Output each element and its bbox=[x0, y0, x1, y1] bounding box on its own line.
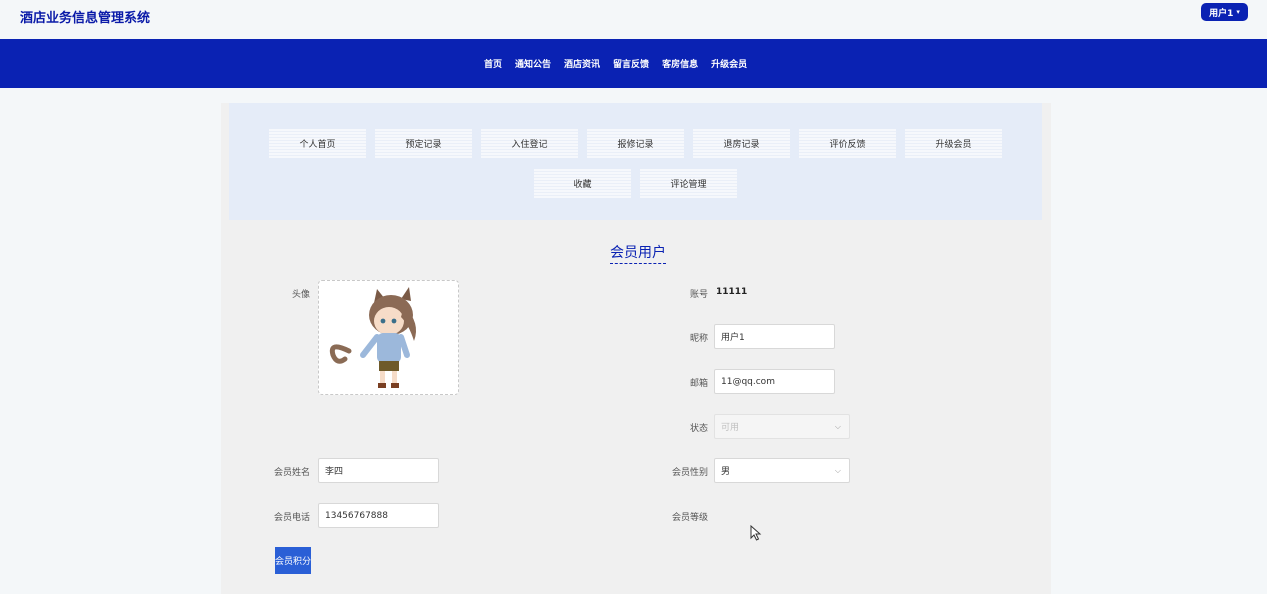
nickname-field[interactable]: 用户1 bbox=[714, 324, 835, 349]
nav-item-upgrade[interactable]: 升级会员 bbox=[711, 57, 747, 70]
nav-item-hotel-news[interactable]: 酒店资讯 bbox=[564, 57, 600, 70]
user-menu-label: 用户1 bbox=[1209, 8, 1234, 19]
nav-item-rooms[interactable]: 客房信息 bbox=[662, 57, 698, 70]
nav-item-home[interactable]: 首页 bbox=[484, 57, 502, 70]
avatar-label: 头像 bbox=[291, 290, 310, 300]
menu-personal-home[interactable]: 个人首页 bbox=[269, 129, 366, 158]
member-level-label: 会员等级 bbox=[671, 513, 708, 523]
account-value: 11111 bbox=[716, 287, 748, 297]
nav-item-feedback[interactable]: 留言反馈 bbox=[613, 57, 649, 70]
nav-item-notices[interactable]: 通知公告 bbox=[515, 57, 551, 70]
menu-favorites[interactable]: 收藏 bbox=[534, 169, 631, 198]
menu-comments[interactable]: 评论管理 bbox=[640, 169, 737, 198]
email-label: 邮箱 bbox=[689, 379, 708, 389]
status-select: 可用 ⌵ bbox=[714, 414, 850, 439]
menu-checkin[interactable]: 入住登记 bbox=[481, 129, 578, 158]
gender-select[interactable]: 男 ⌵ bbox=[714, 458, 850, 483]
main-nav: 首页 通知公告 酒店资讯 留言反馈 客房信息 升级会员 bbox=[0, 39, 1267, 88]
member-phone-label: 会员电话 bbox=[273, 513, 310, 523]
chevron-down-icon: ▾ bbox=[1236, 8, 1240, 16]
member-name-label: 会员姓名 bbox=[273, 468, 310, 478]
email-field[interactable]: 11@qq.com bbox=[714, 369, 835, 394]
nickname-label: 昵称 bbox=[689, 334, 708, 344]
content-panel: 个人首页 预定记录 入住登记 报修记录 退房记录 评价反馈 升级会员 收藏 评论… bbox=[221, 103, 1051, 594]
chevron-down-icon: ⌵ bbox=[834, 421, 841, 431]
user-menu-button[interactable]: 用户1 ▾ bbox=[1201, 3, 1248, 21]
member-phone-field[interactable]: 13456767888 bbox=[318, 503, 439, 528]
mouse-cursor-icon bbox=[750, 525, 762, 541]
avatar-image bbox=[329, 287, 417, 388]
gender-value: 男 bbox=[721, 467, 731, 477]
center-menu: 个人首页 预定记录 入住登记 报修记录 退房记录 评价反馈 升级会员 收藏 评论… bbox=[229, 103, 1042, 220]
account-label: 账号 bbox=[689, 290, 708, 300]
app-title: 酒店业务信息管理系统 bbox=[20, 11, 151, 26]
form-title: 会员用户 bbox=[610, 242, 666, 264]
menu-reservations[interactable]: 预定记录 bbox=[375, 129, 472, 158]
top-bar: 酒店业务信息管理系统 用户1 ▾ bbox=[0, 0, 1267, 39]
status-label: 状态 bbox=[689, 424, 708, 434]
member-points-button[interactable]: 会员积分 bbox=[275, 547, 311, 574]
menu-upgrade[interactable]: 升级会员 bbox=[905, 129, 1002, 158]
menu-reviews[interactable]: 评价反馈 bbox=[799, 129, 896, 158]
menu-repairs[interactable]: 报修记录 bbox=[587, 129, 684, 158]
avatar-upload[interactable] bbox=[318, 280, 459, 395]
gender-label: 会员性别 bbox=[671, 468, 708, 478]
status-value: 可用 bbox=[721, 423, 740, 433]
menu-checkout[interactable]: 退房记录 bbox=[693, 129, 790, 158]
member-name-field[interactable]: 李四 bbox=[318, 458, 439, 483]
chevron-down-icon: ⌵ bbox=[834, 465, 841, 475]
